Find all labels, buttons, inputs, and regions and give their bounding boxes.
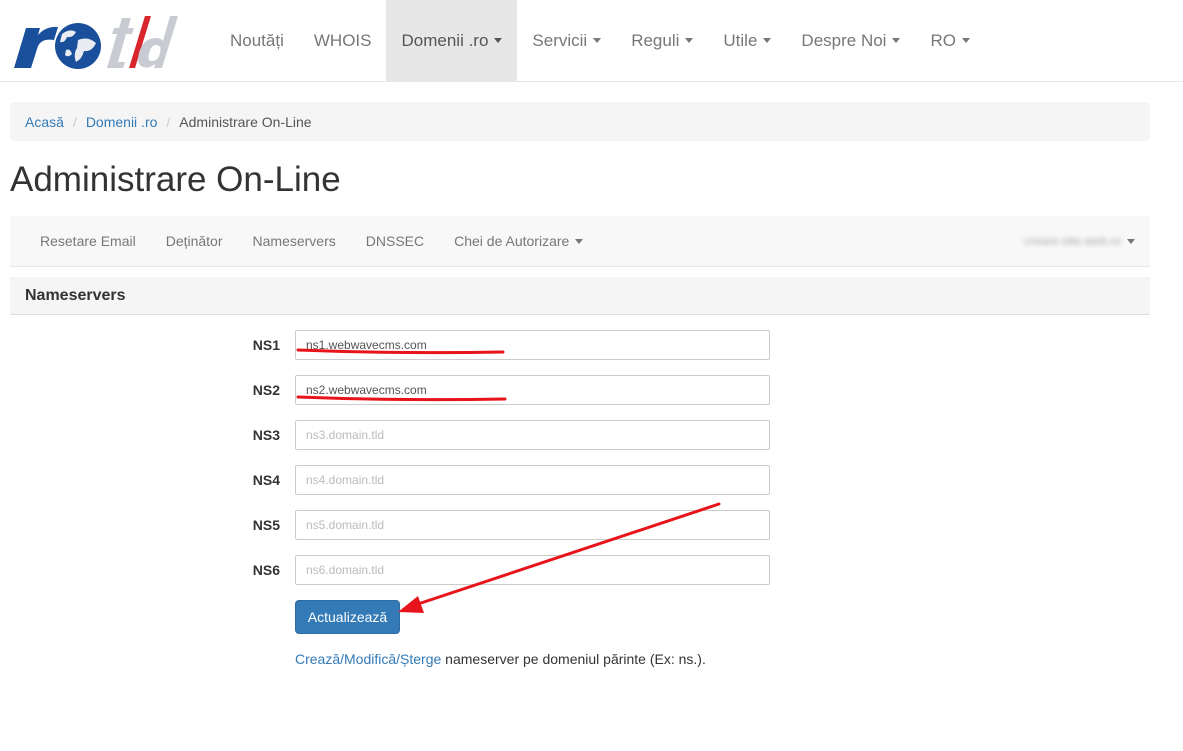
panel-title: Nameservers [25,286,126,304]
ns5-input[interactable] [295,510,770,540]
ns4-label: NS4 [252,472,280,488]
breadcrumb: Acasă / Domenii .ro / Administrare On-Li… [10,102,1150,141]
breadcrumb-domains-link[interactable]: Domenii .ro [86,114,158,130]
panel-heading: Nameservers [10,277,1150,315]
nav-item-label: Domenii .ro [401,30,489,50]
help-text-suffix: nameserver pe domeniul părinte (Ex: ns.)… [441,651,706,667]
subnav-label: Nameservers [252,233,336,249]
user-account-menu[interactable]: creare-site-web.ro [1024,216,1135,266]
user-domain-name: creare-site-web.ro [1024,234,1121,248]
caret-down-icon [763,38,772,43]
subnav-reset-email[interactable]: Resetare Email [25,216,151,266]
ns5-label: NS5 [252,517,280,533]
caret-down-icon [892,38,901,43]
ns1-row: NS1 [230,330,770,360]
caret-down-icon [575,238,584,244]
nav-item-label: WHOIS [313,30,372,50]
ns2-input[interactable] [295,375,770,405]
ns3-row: NS3 [230,420,770,450]
nav-language[interactable]: RO [915,0,985,81]
subnav-label: Deținător [165,233,223,249]
help-text: Crează/Modifică/Șterge nameserver pe dom… [295,651,706,667]
nav-utilities[interactable]: Utile [708,0,786,81]
ns4-input[interactable] [295,465,770,495]
breadcrumb-current: Administrare On-Line [179,113,312,130]
ns6-input[interactable] [295,555,770,585]
page-title: Administrare On-Line [10,160,341,199]
ns4-row: NS4 [230,465,770,495]
admin-subnav: Resetare Email Deținător Nameservers DNS… [10,216,1150,267]
ns1-input[interactable] [295,330,770,360]
breadcrumb-separator: / [166,113,171,130]
nav-services[interactable]: Servicii [517,0,616,81]
nav-news[interactable]: Noutăți [215,0,299,81]
update-button[interactable]: Actualizează [295,600,400,634]
ns2-row: NS2 [230,375,770,405]
nav-item-label: Reguli [631,30,680,50]
top-navbar: Noutăți WHOIS Domenii .ro Servicii Reguli Uti… [0,0,1183,82]
ns6-row: NS6 [230,555,770,585]
ns1-label: NS1 [252,337,280,353]
nav-item-label: Utile [723,30,758,50]
nav-item-label: Noutăți [230,30,284,50]
ns2-label: NS2 [252,382,280,398]
subnav-holder[interactable]: Deținător [151,216,238,266]
nav-about-us[interactable]: Despre Noi [786,0,915,81]
caret-down-icon [961,38,970,43]
caret-down-icon [494,38,503,43]
ns3-input[interactable] [295,420,770,450]
ns5-row: NS5 [230,510,770,540]
subnav-dnssec[interactable]: DNSSEC [351,216,439,266]
nav-domains-ro[interactable]: Domenii .ro [386,0,518,81]
nav-item-label: Despre Noi [801,30,887,50]
breadcrumb-home-link[interactable]: Acasă [25,114,64,130]
nav-rules[interactable]: Reguli [616,0,708,81]
breadcrumb-separator: / [72,113,77,130]
nav-item-label: Servicii [532,30,588,50]
subnav-auth-keys[interactable]: Chei de Autorizare [439,216,598,266]
subnav-label: Resetare Email [40,233,136,249]
ns3-label: NS3 [252,427,280,443]
caret-down-icon [1127,238,1135,244]
subnav-nameservers[interactable]: Nameservers [238,216,351,266]
ns6-label: NS6 [252,562,280,578]
arrow-head-annotation [398,596,424,613]
nav-whois[interactable]: WHOIS [299,0,387,81]
subnav-label: Chei de Autorizare [454,233,570,249]
nav-item-label: RO [930,30,956,50]
caret-down-icon [593,38,602,43]
rotld-logo[interactable] [10,10,200,72]
caret-down-icon [685,38,694,43]
main-nav: Noutăți WHOIS Domenii .ro Servicii Reguli Uti… [215,0,985,81]
subnav-label: DNSSEC [365,233,425,249]
manage-parent-nameservers-link[interactable]: Crează/Modifică/Șterge [295,651,441,667]
